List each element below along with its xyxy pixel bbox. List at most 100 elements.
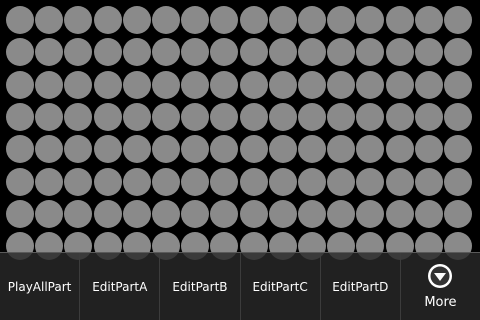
pad-cell[interactable] — [239, 70, 268, 99]
pad-cell[interactable] — [268, 70, 297, 99]
pad-cell[interactable] — [122, 135, 151, 164]
pad-cell[interactable] — [385, 6, 414, 34]
pad-cell[interactable] — [327, 199, 356, 228]
pad-cell[interactable] — [181, 199, 210, 228]
pad-cell[interactable] — [93, 135, 122, 164]
pad-cell[interactable] — [93, 102, 122, 131]
pad-cell[interactable] — [239, 6, 268, 34]
pad-cell[interactable] — [414, 102, 443, 131]
menu-item-edit-part-d[interactable]: EditPartD — [321, 253, 401, 320]
pad-cell[interactable] — [6, 70, 34, 99]
pad-cell[interactable] — [35, 135, 64, 164]
pad-cell[interactable] — [122, 102, 151, 131]
pad-cell[interactable] — [239, 199, 268, 228]
pad-cell[interactable] — [414, 199, 443, 228]
pad-cell[interactable] — [298, 70, 326, 99]
pad-cell[interactable] — [239, 102, 268, 131]
pad-cell[interactable] — [93, 70, 122, 99]
pad-cell[interactable] — [444, 6, 472, 34]
pad-cell[interactable] — [444, 135, 472, 164]
menu-item-edit-part-b[interactable]: EditPartB — [160, 253, 241, 320]
pad-cell[interactable] — [268, 167, 297, 196]
pad-cell[interactable] — [298, 38, 326, 67]
pad-cell[interactable] — [385, 199, 414, 228]
pad-cell[interactable] — [385, 102, 414, 131]
pad-cell[interactable] — [122, 70, 151, 99]
pad-cell[interactable] — [239, 38, 268, 67]
pad-cell[interactable] — [152, 102, 180, 131]
pad-cell[interactable] — [444, 199, 472, 228]
pad-cell[interactable] — [268, 135, 297, 164]
pad-cell[interactable] — [181, 6, 210, 34]
pad-cell[interactable] — [356, 6, 385, 34]
pad-cell[interactable] — [152, 167, 180, 196]
pad-cell[interactable] — [414, 38, 443, 67]
pad-cell[interactable] — [210, 70, 239, 99]
pad-cell[interactable] — [93, 199, 122, 228]
pad-cell[interactable] — [444, 38, 472, 67]
pad-cell[interactable] — [152, 70, 180, 99]
pad-cell[interactable] — [268, 199, 297, 228]
menu-item-edit-part-a[interactable]: EditPartA — [80, 253, 161, 320]
pad-cell[interactable] — [356, 135, 385, 164]
pad-cell[interactable] — [6, 199, 34, 228]
pad-cell[interactable] — [64, 167, 93, 196]
pad-cell[interactable] — [6, 38, 34, 67]
pad-cell[interactable] — [414, 135, 443, 164]
pad-cell[interactable] — [152, 6, 180, 34]
pad-cell[interactable] — [6, 135, 34, 164]
pad-cell[interactable] — [64, 135, 93, 164]
pad-cell[interactable] — [239, 135, 268, 164]
pad-cell[interactable] — [327, 102, 356, 131]
pad-cell[interactable] — [6, 167, 34, 196]
pad-cell[interactable] — [181, 167, 210, 196]
pad-cell[interactable] — [327, 167, 356, 196]
pad-cell[interactable] — [268, 102, 297, 131]
pad-cell[interactable] — [152, 38, 180, 67]
pad-cell[interactable] — [298, 135, 326, 164]
pad-cell[interactable] — [35, 70, 64, 99]
pad-cell[interactable] — [444, 102, 472, 131]
pad-cell[interactable] — [35, 167, 64, 196]
pad-cell[interactable] — [64, 102, 93, 131]
pad-cell[interactable] — [210, 6, 239, 34]
pad-cell[interactable] — [414, 167, 443, 196]
pad-cell[interactable] — [152, 199, 180, 228]
pad-cell[interactable] — [298, 167, 326, 196]
pad-cell[interactable] — [35, 102, 64, 131]
pad-cell[interactable] — [122, 199, 151, 228]
pad-cell[interactable] — [93, 167, 122, 196]
pad-cell[interactable] — [298, 6, 326, 34]
pad-cell[interactable] — [444, 167, 472, 196]
pad-cell[interactable] — [6, 6, 34, 34]
pad-cell[interactable] — [181, 102, 210, 131]
pad-cell[interactable] — [298, 102, 326, 131]
pad-cell[interactable] — [64, 6, 93, 34]
pad-cell[interactable] — [93, 6, 122, 34]
pad-cell[interactable] — [268, 6, 297, 34]
menu-item-edit-part-c[interactable]: EditPartC — [241, 253, 321, 320]
pad-cell[interactable] — [35, 199, 64, 228]
pad-cell[interactable] — [444, 70, 472, 99]
pad-cell[interactable] — [356, 167, 385, 196]
pad-cell[interactable] — [298, 199, 326, 228]
pad-cell[interactable] — [181, 135, 210, 164]
pad-cell[interactable] — [210, 135, 239, 164]
pad-cell[interactable] — [181, 38, 210, 67]
pad-cell[interactable] — [356, 38, 385, 67]
pad-cell[interactable] — [93, 38, 122, 67]
pad-cell[interactable] — [35, 6, 64, 34]
pad-cell[interactable] — [181, 70, 210, 99]
pad-cell[interactable] — [414, 70, 443, 99]
pad-cell[interactable] — [356, 199, 385, 228]
pad-cell[interactable] — [210, 102, 239, 131]
pad-cell[interactable] — [356, 102, 385, 131]
pad-cell[interactable] — [385, 38, 414, 67]
pad-cell[interactable] — [239, 167, 268, 196]
pad-cell[interactable] — [385, 135, 414, 164]
pad-cell[interactable] — [64, 38, 93, 67]
pad-cell[interactable] — [327, 6, 356, 34]
pad-cell[interactable] — [385, 167, 414, 196]
pad-cell[interactable] — [6, 102, 34, 131]
pad-cell[interactable] — [210, 38, 239, 67]
